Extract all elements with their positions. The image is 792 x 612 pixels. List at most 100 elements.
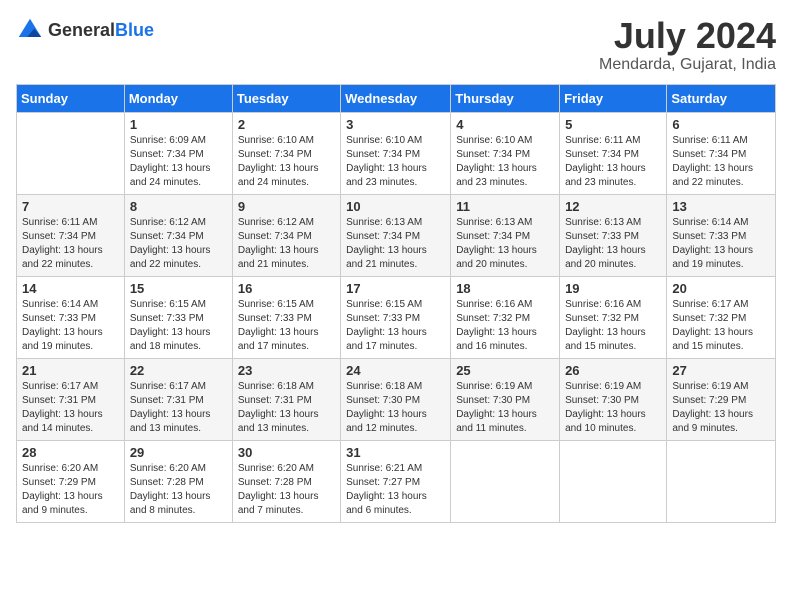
day-number: 27 <box>672 363 770 378</box>
calendar-cell: 20 Sunrise: 6:17 AMSunset: 7:32 PMDayligh… <box>667 276 776 358</box>
day-number: 16 <box>238 281 335 296</box>
calendar-cell: 4 Sunrise: 6:10 AMSunset: 7:34 PMDaylight… <box>451 112 560 194</box>
day-number: 5 <box>565 117 661 132</box>
day-number: 9 <box>238 199 335 214</box>
day-info: Sunrise: 6:19 AMSunset: 7:30 PMDaylight:… <box>456 380 554 436</box>
day-number: 3 <box>346 117 445 132</box>
day-info: Sunrise: 6:16 AMSunset: 7:32 PMDaylight:… <box>456 298 554 354</box>
day-header-monday: Monday <box>124 84 232 112</box>
day-number: 29 <box>130 445 227 460</box>
day-number: 12 <box>565 199 661 214</box>
calendar-cell <box>17 112 125 194</box>
logo-blue: Blue <box>115 20 154 40</box>
day-info: Sunrise: 6:15 AMSunset: 7:33 PMDaylight:… <box>346 298 445 354</box>
page-header: GeneralBlue July 2024 Mendarda, Gujarat,… <box>16 16 776 74</box>
day-number: 11 <box>456 199 554 214</box>
day-info: Sunrise: 6:19 AMSunset: 7:30 PMDaylight:… <box>565 380 661 436</box>
calendar-cell: 3 Sunrise: 6:10 AMSunset: 7:34 PMDaylight… <box>341 112 451 194</box>
logo-general: General <box>48 20 115 40</box>
calendar-cell: 10Sunrise: 6:13 AMSunset: 7:34 PMDayligh… <box>341 194 451 276</box>
day-number: 18 <box>456 281 554 296</box>
day-number: 23 <box>238 363 335 378</box>
title-block: July 2024 Mendarda, Gujarat, India <box>599 16 776 74</box>
day-number: 6 <box>672 117 770 132</box>
day-number: 25 <box>456 363 554 378</box>
day-info: Sunrise: 6:20 AMSunset: 7:28 PMDaylight:… <box>238 462 335 518</box>
day-number: 13 <box>672 199 770 214</box>
day-number: 21 <box>22 363 119 378</box>
day-number: 20 <box>672 281 770 296</box>
calendar-cell <box>667 440 776 522</box>
day-header-saturday: Saturday <box>667 84 776 112</box>
calendar-cell: 1Sunrise: 6:09 AMSunset: 7:34 PMDaylight… <box>124 112 232 194</box>
week-row-3: 14Sunrise: 6:14 AMSunset: 7:33 PMDayligh… <box>17 276 776 358</box>
calendar-cell: 27 Sunrise: 6:19 AMSunset: 7:29 PMDayligh… <box>667 358 776 440</box>
calendar-cell: 8 Sunrise: 6:12 AMSunset: 7:34 PMDaylight… <box>124 194 232 276</box>
header-row: SundayMondayTuesdayWednesdayThursdayFrid… <box>17 84 776 112</box>
day-info: Sunrise: 6:20 AMSunset: 7:29 PMDaylight:… <box>22 462 119 518</box>
calendar-cell: 11 Sunrise: 6:13 AMSunset: 7:34 PMDayligh… <box>451 194 560 276</box>
day-header-tuesday: Tuesday <box>232 84 340 112</box>
day-number: 4 <box>456 117 554 132</box>
week-row-5: 28 Sunrise: 6:20 AMSunset: 7:29 PMDayligh… <box>17 440 776 522</box>
day-info: Sunrise: 6:21 AMSunset: 7:27 PMDaylight:… <box>346 462 445 518</box>
location-title: Mendarda, Gujarat, India <box>599 56 776 74</box>
day-info: Sunrise: 6:17 AMSunset: 7:32 PMDaylight:… <box>672 298 770 354</box>
month-title: July 2024 <box>599 16 776 56</box>
day-header-friday: Friday <box>560 84 667 112</box>
calendar-cell: 12 Sunrise: 6:13 AMSunset: 7:33 PMDayligh… <box>560 194 667 276</box>
day-number: 19 <box>565 281 661 296</box>
logo-icon <box>16 16 44 44</box>
calendar-cell: 2Sunrise: 6:10 AMSunset: 7:34 PMDaylight… <box>232 112 340 194</box>
day-info: Sunrise: 6:10 AMSunset: 7:34 PMDaylight:… <box>456 134 554 190</box>
day-info: Sunrise: 6:12 AMSunset: 7:34 PMDaylight:… <box>130 216 227 272</box>
day-number: 24 <box>346 363 445 378</box>
day-info: Sunrise: 6:13 AMSunset: 7:33 PMDaylight:… <box>565 216 661 272</box>
calendar-cell: 28 Sunrise: 6:20 AMSunset: 7:29 PMDayligh… <box>17 440 125 522</box>
day-number: 22 <box>130 363 227 378</box>
day-header-thursday: Thursday <box>451 84 560 112</box>
calendar-cell: 6 Sunrise: 6:11 AMSunset: 7:34 PMDaylight… <box>667 112 776 194</box>
day-info: Sunrise: 6:10 AMSunset: 7:34 PMDaylight:… <box>346 134 445 190</box>
calendar-cell <box>451 440 560 522</box>
calendar-cell: 13 Sunrise: 6:14 AMSunset: 7:33 PMDayligh… <box>667 194 776 276</box>
day-info: Sunrise: 6:16 AMSunset: 7:32 PMDaylight:… <box>565 298 661 354</box>
calendar-cell: 5Sunrise: 6:11 AMSunset: 7:34 PMDaylight… <box>560 112 667 194</box>
day-info: Sunrise: 6:14 AMSunset: 7:33 PMDaylight:… <box>672 216 770 272</box>
calendar-cell: 9 Sunrise: 6:12 AMSunset: 7:34 PMDaylight… <box>232 194 340 276</box>
calendar-cell: 7Sunrise: 6:11 AMSunset: 7:34 PMDaylight… <box>17 194 125 276</box>
day-number: 17 <box>346 281 445 296</box>
calendar-cell: 29 Sunrise: 6:20 AMSunset: 7:28 PMDayligh… <box>124 440 232 522</box>
calendar-cell <box>560 440 667 522</box>
calendar-cell: 26Sunrise: 6:19 AMSunset: 7:30 PMDayligh… <box>560 358 667 440</box>
day-info: Sunrise: 6:11 AMSunset: 7:34 PMDaylight:… <box>22 216 119 272</box>
day-header-sunday: Sunday <box>17 84 125 112</box>
calendar-cell: 22 Sunrise: 6:17 AMSunset: 7:31 PMDayligh… <box>124 358 232 440</box>
day-info: Sunrise: 6:15 AMSunset: 7:33 PMDaylight:… <box>238 298 335 354</box>
calendar-cell: 23Sunrise: 6:18 AMSunset: 7:31 PMDayligh… <box>232 358 340 440</box>
day-number: 28 <box>22 445 119 460</box>
day-info: Sunrise: 6:13 AMSunset: 7:34 PMDaylight:… <box>456 216 554 272</box>
week-row-4: 21 Sunrise: 6:17 AMSunset: 7:31 PMDayligh… <box>17 358 776 440</box>
day-number: 30 <box>238 445 335 460</box>
day-number: 15 <box>130 281 227 296</box>
day-number: 10 <box>346 199 445 214</box>
calendar-table: SundayMondayTuesdayWednesdayThursdayFrid… <box>16 84 776 523</box>
calendar-cell: 19 Sunrise: 6:16 AMSunset: 7:32 PMDayligh… <box>560 276 667 358</box>
day-header-wednesday: Wednesday <box>341 84 451 112</box>
calendar-cell: 17 Sunrise: 6:15 AMSunset: 7:33 PMDayligh… <box>341 276 451 358</box>
calendar-cell: 14Sunrise: 6:14 AMSunset: 7:33 PMDayligh… <box>17 276 125 358</box>
week-row-2: 7Sunrise: 6:11 AMSunset: 7:34 PMDaylight… <box>17 194 776 276</box>
day-info: Sunrise: 6:09 AMSunset: 7:34 PMDaylight:… <box>130 134 227 190</box>
calendar-cell: 18 Sunrise: 6:16 AMSunset: 7:32 PMDayligh… <box>451 276 560 358</box>
day-info: Sunrise: 6:18 AMSunset: 7:30 PMDaylight:… <box>346 380 445 436</box>
calendar-cell: 21 Sunrise: 6:17 AMSunset: 7:31 PMDayligh… <box>17 358 125 440</box>
day-info: Sunrise: 6:19 AMSunset: 7:29 PMDaylight:… <box>672 380 770 436</box>
day-info: Sunrise: 6:12 AMSunset: 7:34 PMDaylight:… <box>238 216 335 272</box>
week-row-1: 1Sunrise: 6:09 AMSunset: 7:34 PMDaylight… <box>17 112 776 194</box>
day-number: 8 <box>130 199 227 214</box>
day-info: Sunrise: 6:17 AMSunset: 7:31 PMDaylight:… <box>22 380 119 436</box>
day-info: Sunrise: 6:17 AMSunset: 7:31 PMDaylight:… <box>130 380 227 436</box>
day-info: Sunrise: 6:20 AMSunset: 7:28 PMDaylight:… <box>130 462 227 518</box>
day-info: Sunrise: 6:11 AMSunset: 7:34 PMDaylight:… <box>672 134 770 190</box>
